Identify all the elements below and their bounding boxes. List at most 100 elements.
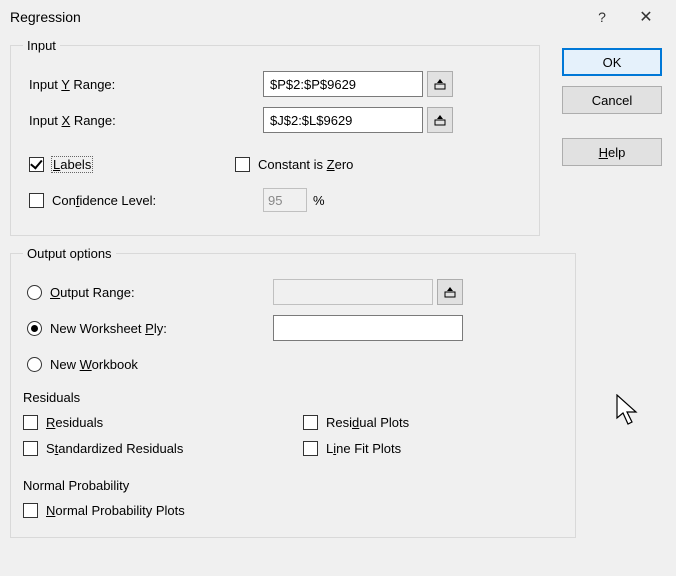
- normal-probability-plots-checkbox[interactable]: [23, 503, 38, 518]
- input-y-label: Input Y Range:: [23, 77, 263, 92]
- mnemonic: W: [80, 357, 92, 372]
- side-buttons: OK Cancel Help: [562, 48, 666, 176]
- residuals-heading: Residuals: [23, 385, 563, 409]
- range-select-icon: [444, 286, 456, 298]
- text: ormal Probability Plots: [55, 503, 184, 518]
- main-area: Input Input Y Range: Input X Range:: [10, 38, 540, 548]
- new-workbook-radio[interactable]: [27, 357, 42, 372]
- residuals-checkbox[interactable]: [23, 415, 38, 430]
- text: Range:: [70, 77, 116, 92]
- close-icon[interactable]: ✕: [624, 2, 668, 32]
- mnemonic: Z: [327, 157, 335, 172]
- output-range-radio-row: Output Range:: [23, 279, 273, 305]
- residual-plots-row: Residual Plots: [303, 409, 563, 435]
- residuals-grid: Residuals Standardized Residuals Residua…: [23, 409, 563, 461]
- constant-zero-checkbox[interactable]: [235, 157, 250, 172]
- confidence-row: Confidence Level: %: [23, 185, 527, 215]
- input-legend: Input: [23, 38, 60, 53]
- help-icon[interactable]: ?: [580, 2, 624, 32]
- confidence-checkbox[interactable]: [29, 193, 44, 208]
- residual-plots-label: Residual Plots: [326, 415, 409, 430]
- new-workbook-label: New Workbook: [50, 357, 138, 372]
- new-worksheet-name-field[interactable]: [273, 315, 463, 341]
- new-worksheet-label: New Worksheet Ply:: [50, 321, 167, 336]
- line-fit-plots-label: Line Fit Plots: [326, 441, 401, 456]
- labels-checkbox[interactable]: [29, 157, 44, 172]
- labels-checkbox-row: Labels: [23, 151, 235, 177]
- mnemonic: P: [145, 321, 154, 336]
- mnemonic: X: [62, 113, 71, 128]
- output-range-field: [273, 279, 433, 305]
- new-workbook-radio-row: New Workbook: [23, 351, 138, 377]
- residual-plots-checkbox[interactable]: [303, 415, 318, 430]
- text: andardized Residuals: [58, 441, 183, 456]
- output-legend: Output options: [23, 246, 116, 261]
- help-label: Help: [599, 145, 626, 160]
- mnemonic: N: [46, 503, 55, 518]
- normal-probability-plots-label: Normal Probability Plots: [46, 503, 185, 518]
- refedit-output-button[interactable]: [437, 279, 463, 305]
- confidence-checkbox-row: Confidence Level:: [23, 187, 263, 213]
- percent-label: %: [313, 193, 325, 208]
- confidence-label: Confidence Level:: [52, 193, 156, 208]
- text: New: [50, 357, 80, 372]
- text: Constant is: [258, 157, 327, 172]
- new-worksheet-radio-row: New Worksheet Ply:: [23, 315, 273, 341]
- line-fit-plots-row: Line Fit Plots: [303, 435, 563, 461]
- line-fit-plots-checkbox[interactable]: [303, 441, 318, 456]
- output-range-label: Output Range:: [50, 285, 135, 300]
- text: esiduals: [55, 415, 103, 430]
- input-groupbox: Input Input Y Range: Input X Range:: [10, 38, 540, 236]
- standardized-residuals-checkbox[interactable]: [23, 441, 38, 456]
- cancel-button[interactable]: Cancel: [562, 86, 662, 114]
- output-groupbox: Output options Output Range: New Workshe…: [10, 246, 576, 538]
- text: S: [46, 441, 55, 456]
- confidence-value-field: [263, 188, 307, 212]
- refedit-y-button[interactable]: [427, 71, 453, 97]
- constant-zero-label: Constant is Zero: [258, 157, 353, 172]
- input-x-range-field[interactable]: [263, 107, 423, 133]
- text: ual Plots: [359, 415, 409, 430]
- dialog-body: Input Input Y Range: Input X Range:: [10, 38, 666, 566]
- refedit-x-button[interactable]: [427, 107, 453, 133]
- text: ly:: [154, 321, 167, 336]
- output-range-radio[interactable]: [27, 285, 42, 300]
- titlebar: Regression ? ✕: [0, 0, 676, 34]
- input-x-label: Input X Range:: [23, 113, 263, 128]
- help-button[interactable]: Help: [562, 138, 662, 166]
- input-x-row: Input X Range:: [23, 105, 527, 135]
- input-y-range-field[interactable]: [263, 71, 423, 97]
- text: Con: [52, 193, 76, 208]
- residuals-col-2: Residual Plots Line Fit Plots: [303, 409, 563, 461]
- labels-label: Labels: [52, 157, 92, 172]
- regression-dialog: Regression ? ✕ Input Input Y Range:: [0, 0, 676, 576]
- text: ero: [335, 157, 354, 172]
- standardized-residuals-label: Standardized Residuals: [46, 441, 183, 456]
- residuals-col-1: Residuals Standardized Residuals: [23, 409, 303, 461]
- text: Range:: [70, 113, 116, 128]
- normal-probability-plots-row: Normal Probability Plots: [23, 497, 563, 523]
- text: Resi: [326, 415, 352, 430]
- checks-row-1: Labels Constant is Zero: [23, 149, 527, 179]
- range-select-icon: [434, 78, 446, 90]
- mnemonic: R: [46, 415, 55, 430]
- text: Input: [29, 77, 61, 92]
- text: utput Range:: [60, 285, 134, 300]
- ok-button[interactable]: OK: [562, 48, 662, 76]
- text: idence Level:: [79, 193, 156, 208]
- mnemonic: O: [50, 285, 60, 300]
- text: ne Fit Plots: [336, 441, 401, 456]
- mnemonic: Y: [61, 77, 69, 92]
- residuals-label: Residuals: [46, 415, 103, 430]
- normal-probability-heading: Normal Probability: [23, 473, 563, 497]
- dialog-title: Regression: [10, 9, 580, 25]
- constant-zero-row: Constant is Zero: [235, 151, 353, 177]
- ok-label: OK: [603, 55, 622, 70]
- output-range-row: Output Range:: [23, 277, 563, 307]
- text: New Worksheet: [50, 321, 145, 336]
- input-y-row: Input Y Range:: [23, 69, 527, 99]
- new-worksheet-radio[interactable]: [27, 321, 42, 336]
- cancel-label: Cancel: [592, 93, 632, 108]
- text: Input: [29, 113, 62, 128]
- range-select-icon: [434, 114, 446, 126]
